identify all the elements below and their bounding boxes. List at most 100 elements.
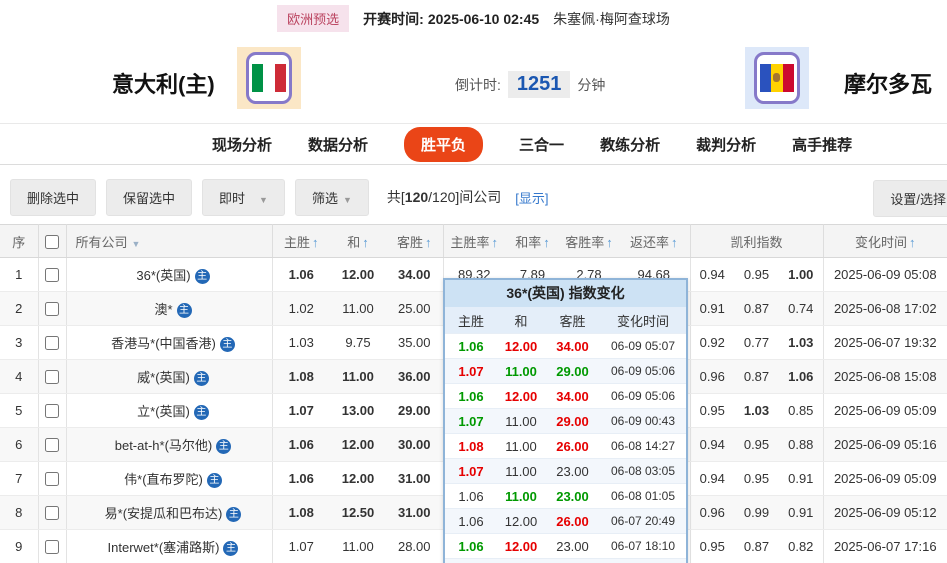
tab-coach-analysis[interactable]: 教练分析 [600,134,660,155]
popup-odds-cell: 12.00 [497,534,545,559]
tab-live-analysis[interactable]: 现场分析 [212,134,272,155]
select-all-checkbox[interactable] [45,235,59,249]
filter-dropdown[interactable]: 筛选▼ [295,179,369,216]
odds-cell[interactable]: 29.00 [386,394,443,428]
company-name[interactable]: 伟*(直布罗陀)主 [66,462,272,496]
tab-three-in-one[interactable]: 三合一 [519,134,564,155]
sort-asc-icon: ↑ [362,235,369,250]
odds-cell[interactable]: 1.06 [272,428,330,462]
company-name[interactable]: 香港马*(中国香港)主 [66,326,272,360]
row-checkbox[interactable] [45,302,59,316]
row-checkbox-cell[interactable] [38,292,66,326]
odds-cell[interactable]: 34.00 [386,258,443,292]
popup-odds-cell: 34.00 [545,384,600,409]
home-company-badge-icon: 主 [226,507,241,522]
odds-cell[interactable]: 11.00 [330,360,386,394]
odds-cell[interactable]: 1.02 [272,292,330,326]
header-draw-odds[interactable]: 和↑ [330,225,386,258]
odds-cell[interactable]: 11.00 [330,292,386,326]
odds-cell[interactable]: 36.00 [386,360,443,394]
company-name[interactable]: 36*(英国)主 [66,258,272,292]
kelly-cell: 0.87 [734,530,779,563]
kelly-cell: 0.95 [690,530,734,563]
row-checkbox-cell[interactable] [38,462,66,496]
delete-selected-button[interactable]: 删除选中 [10,179,96,216]
row-checkbox-cell[interactable] [38,326,66,360]
home-company-badge-icon: 主 [207,473,222,488]
odds-cell[interactable]: 9.75 [330,326,386,360]
odds-cell[interactable]: 28.00 [386,530,443,563]
odds-cell[interactable]: 1.07 [272,394,330,428]
change-time-cell: 2025-06-08 17:02 [823,292,947,326]
home-team-flag [237,47,301,109]
header-return-rate[interactable]: 返还率↑ [618,225,690,258]
odds-cell[interactable]: 1.07 [272,530,330,563]
row-checkbox[interactable] [45,370,59,384]
row-checkbox[interactable] [45,472,59,486]
odds-cell[interactable]: 1.03 [272,326,330,360]
odds-cell[interactable]: 13.00 [330,394,386,428]
row-checkbox[interactable] [45,506,59,520]
odds-cell[interactable]: 31.00 [386,462,443,496]
row-checkbox[interactable] [45,336,59,350]
odds-cell[interactable]: 25.00 [386,292,443,326]
odds-cell[interactable]: 11.00 [330,530,386,563]
kickoff-value: 2025-06-10 02:45 [428,11,539,27]
tab-expert-recommend[interactable]: 高手推荐 [792,134,852,155]
tab-referee-analysis[interactable]: 裁判分析 [696,134,756,155]
tab-win-draw-lose[interactable]: 胜平负 [404,127,483,162]
odds-cell[interactable]: 12.00 [330,258,386,292]
kelly-cell: 0.91 [690,292,734,326]
keep-selected-button[interactable]: 保留选中 [106,179,192,216]
kelly-cell: 0.77 [734,326,779,360]
row-checkbox-cell[interactable] [38,394,66,428]
row-checkbox-cell[interactable] [38,530,66,563]
odds-cell[interactable]: 30.00 [386,428,443,462]
popup-time-cell: 06-08 14:27 [600,434,686,459]
kelly-cell: 0.95 [734,428,779,462]
header-away-odds[interactable]: 客胜↑ [386,225,443,258]
time-filter-dropdown[interactable]: 即时▼ [202,179,285,216]
match-header: 意大利(主) 倒计时: 1251 分钟 摩尔多瓦 [0,37,947,124]
tab-data-analysis[interactable]: 数据分析 [308,134,368,155]
company-name[interactable]: 威*(英国)主 [66,360,272,394]
settings-button[interactable]: 设置/选择 [873,180,947,217]
odds-cell[interactable]: 1.08 [272,360,330,394]
row-checkbox[interactable] [45,268,59,282]
row-checkbox[interactable] [45,438,59,452]
popup-time-cell: 06-07 16:35(初指) [600,559,686,563]
kelly-cell: 0.85 [779,394,823,428]
row-checkbox-cell[interactable] [38,258,66,292]
odds-cell[interactable]: 31.00 [386,496,443,530]
row-checkbox-cell[interactable] [38,496,66,530]
header-company[interactable]: 所有公司▼ [66,225,272,258]
header-away-rate[interactable]: 客胜率↑ [560,225,618,258]
table-header-row: 序 所有公司▼ 主胜↑ 和↑ 客胜↑ 主胜率↑ 和率↑ 客胜率↑ 返还率↑ 凯利… [0,225,947,258]
odds-cell[interactable]: 35.00 [386,326,443,360]
odds-cell[interactable]: 1.06 [272,462,330,496]
header-checkbox-cell[interactable] [38,225,66,258]
row-checkbox-cell[interactable] [38,360,66,394]
odds-cell[interactable]: 12.00 [330,428,386,462]
company-name[interactable]: Interwet*(塞浦路斯)主 [66,530,272,563]
show-link[interactable]: [显示] [515,188,548,207]
home-team-name: 意大利(主) [112,67,215,99]
odds-cell[interactable]: 1.06 [272,258,330,292]
moldova-flag-icon [754,52,800,104]
company-name[interactable]: bet-at-h*(马尔他)主 [66,428,272,462]
kelly-cell: 0.95 [690,394,734,428]
row-checkbox-cell[interactable] [38,428,66,462]
company-name[interactable]: 澳*主 [66,292,272,326]
company-name[interactable]: 易*(安提瓜和巴布达)主 [66,496,272,530]
odds-cell[interactable]: 1.08 [272,496,330,530]
header-change-time[interactable]: 变化时间↑ [823,225,947,258]
row-checkbox[interactable] [45,540,59,554]
header-draw-rate[interactable]: 和率↑ [505,225,560,258]
company-name[interactable]: 立*(英国)主 [66,394,272,428]
header-home-rate[interactable]: 主胜率↑ [443,225,505,258]
odds-cell[interactable]: 12.00 [330,462,386,496]
popup-header-row: 主胜 和 客胜 变化时间 [445,307,686,334]
odds-cell[interactable]: 12.50 [330,496,386,530]
header-home-odds[interactable]: 主胜↑ [272,225,330,258]
row-checkbox[interactable] [45,404,59,418]
